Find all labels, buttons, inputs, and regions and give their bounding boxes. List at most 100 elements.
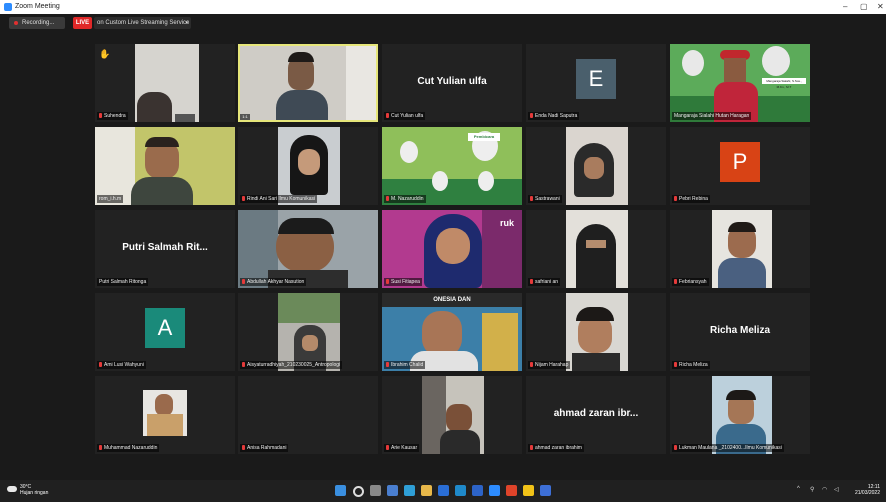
edge-icon[interactable]	[404, 485, 415, 496]
participant-display-name: Cut Yulian ulfa	[417, 76, 487, 87]
participant-name: ahmad zaran ibrahim	[528, 444, 584, 452]
mic-muted-icon	[386, 113, 389, 118]
mic-muted-icon	[674, 279, 677, 284]
participant-name: Richa Meliza	[672, 361, 710, 369]
background-text: ruk	[500, 218, 515, 228]
meeting-toolbar: Recording... LIVE on Custom Live Streami…	[0, 14, 886, 32]
participant-name: Abdullah Akhyar Nasution	[240, 278, 307, 286]
participant-name: Ibrahim Chalid	[384, 361, 426, 369]
participant-name: rom_i.h.m	[97, 195, 124, 203]
video-tile[interactable]: Muhammad Nazaruddin	[95, 376, 235, 454]
chevron-up-icon[interactable]: ^	[797, 486, 800, 492]
mic-muted-icon	[99, 362, 102, 367]
video-tile[interactable]: Aisyaturradhiyah_210230025_Antropologi	[238, 293, 378, 371]
network-icon[interactable]: ⚲	[810, 486, 814, 493]
video-tile[interactable]: Putri Salmah Rit... Putri Salmah Ritonga	[95, 210, 235, 288]
participant-name: Ami Lusi Wahyuni	[97, 361, 146, 369]
video-tile[interactable]: Lukman Maulana _2102400...Ilmu Komunikas…	[670, 376, 810, 454]
minimize-button[interactable]: –	[843, 2, 847, 11]
mic-muted-icon	[386, 279, 389, 284]
mic-muted-icon	[530, 113, 533, 118]
participant-name: Aisyaturradhiyah_210230025_Antropologi	[240, 361, 343, 369]
video-tile[interactable]: rom_i.h.m	[95, 127, 235, 205]
mic-muted-icon	[242, 445, 245, 450]
background-text: ONESIA DAN	[382, 293, 522, 307]
recording-indicator[interactable]: Recording...	[9, 17, 65, 29]
weather-condition: Hujan ringan	[20, 490, 49, 496]
participant-name: Muhammad Nazaruddin	[97, 444, 160, 452]
mail-icon[interactable]	[455, 485, 466, 496]
mic-muted-icon	[242, 362, 245, 367]
video-tile[interactable]: Rindi Ani Sari Ilmu Komunikasi	[238, 127, 378, 205]
participant-name: Putri Salmah Ritonga	[97, 278, 149, 286]
participant-name: Mangaraja Sialahi Hutan Haragan	[672, 112, 752, 120]
video-tile[interactable]: Sastrawani	[526, 127, 666, 205]
mic-muted-icon	[674, 445, 677, 450]
store-icon[interactable]	[438, 485, 449, 496]
video-tile[interactable]: E Enda Nadi Saputra	[526, 44, 666, 122]
video-tile[interactable]: Cut Yulian ulfa Cut Yulian ulfa	[382, 44, 522, 122]
participant-display-name: ahmad zaran ibr...	[553, 408, 639, 419]
close-button[interactable]: ✕	[877, 2, 884, 11]
mic-muted-icon	[242, 279, 245, 284]
tile-badge: 1:1	[240, 114, 250, 120]
video-tile[interactable]: P Pebri Rebina	[670, 127, 810, 205]
file-explorer-icon[interactable]	[421, 485, 432, 496]
app-icon[interactable]	[540, 485, 551, 496]
weather-widget[interactable]: 30°C Hujan ringan	[20, 484, 48, 496]
video-tile[interactable]: Nijam Harahap	[526, 293, 666, 371]
video-tile[interactable]: ✋ Suhendra	[95, 44, 235, 122]
mic-muted-icon	[530, 362, 533, 367]
participant-name: M. Nazaruddin	[384, 195, 426, 203]
participant-name: Anisa Rahmadani	[240, 444, 289, 452]
video-tile[interactable]: Richa Meliza Richa Meliza	[670, 293, 810, 371]
video-tile[interactable]: Anisa Rahmadani	[238, 376, 378, 454]
participant-name: Pebri Rebina	[672, 195, 710, 203]
mic-muted-icon	[530, 445, 533, 450]
mic-muted-icon	[530, 279, 533, 284]
video-tile[interactable]: Abdullah Akhyar Nasution	[238, 210, 378, 288]
video-tile[interactable]: A Ami Lusi Wahyuni	[95, 293, 235, 371]
title-bar: Zoom Meeting – ▢ ✕	[0, 0, 886, 14]
word-icon[interactable]	[472, 485, 483, 496]
video-tile[interactable]: Febriansyah	[670, 210, 810, 288]
video-tile[interactable]: ONESIA DAN Ibrahim Chalid	[382, 293, 522, 371]
avatar: A	[145, 308, 185, 348]
video-tile[interactable]: Arie Kausar	[382, 376, 522, 454]
weather-icon	[7, 486, 17, 492]
participant-name: Suhendra	[97, 112, 128, 120]
zoom-app-icon[interactable]	[489, 485, 500, 496]
video-tile[interactable]: Pembicara M. Nazaruddin	[382, 127, 522, 205]
chevron-down-icon: ▾	[185, 20, 188, 26]
start-icon[interactable]	[335, 485, 346, 496]
speaker-label: Pembicara	[468, 133, 500, 141]
participant-name: Febriansyah	[672, 278, 709, 286]
mic-muted-icon	[99, 113, 102, 118]
video-tile[interactable]: Mangaraja Sialahi, S.Sos., M.Kn., M.T Ma…	[670, 44, 810, 122]
task-view-icon[interactable]	[370, 485, 381, 496]
zoom-icon	[4, 3, 12, 11]
participant-display-name: Putri Salmah Rit...	[122, 242, 208, 253]
powerpoint-icon[interactable]	[523, 485, 534, 496]
video-tile[interactable]: ruk Susi Fitiapea	[382, 210, 522, 288]
participant-name: Sastrawani	[528, 195, 562, 203]
video-tile[interactable]: safriani an	[526, 210, 666, 288]
live-badge: LIVE	[73, 17, 92, 29]
mic-muted-icon	[530, 196, 533, 201]
video-tile-active-speaker[interactable]: 1:1	[238, 44, 378, 122]
speaker-icon[interactable]: ◁	[834, 486, 839, 493]
participant-name: Lukman Maulana _2102400...Ilmu Komunikas…	[672, 444, 784, 452]
live-service-dropdown[interactable]: on Custom Live Streaming Service ▾	[94, 17, 191, 29]
office-icon[interactable]	[506, 485, 517, 496]
avatar: P	[720, 142, 760, 182]
participant-name: Nijam Harahap	[528, 361, 571, 369]
participant-name: Rindi Ani Sari Ilmu Komunikasi	[240, 195, 318, 203]
clock-date: 21/03/2022	[854, 490, 880, 496]
chat-icon[interactable]	[387, 485, 398, 496]
wifi-icon[interactable]: ◠	[822, 486, 827, 493]
video-tile[interactable]: ahmad zaran ibr... ahmad zaran ibrahim	[526, 376, 666, 454]
mic-muted-icon	[386, 196, 389, 201]
maximize-button[interactable]: ▢	[860, 2, 868, 11]
clock[interactable]: 12:11 21/03/2022	[852, 484, 880, 496]
search-icon[interactable]	[353, 486, 364, 497]
